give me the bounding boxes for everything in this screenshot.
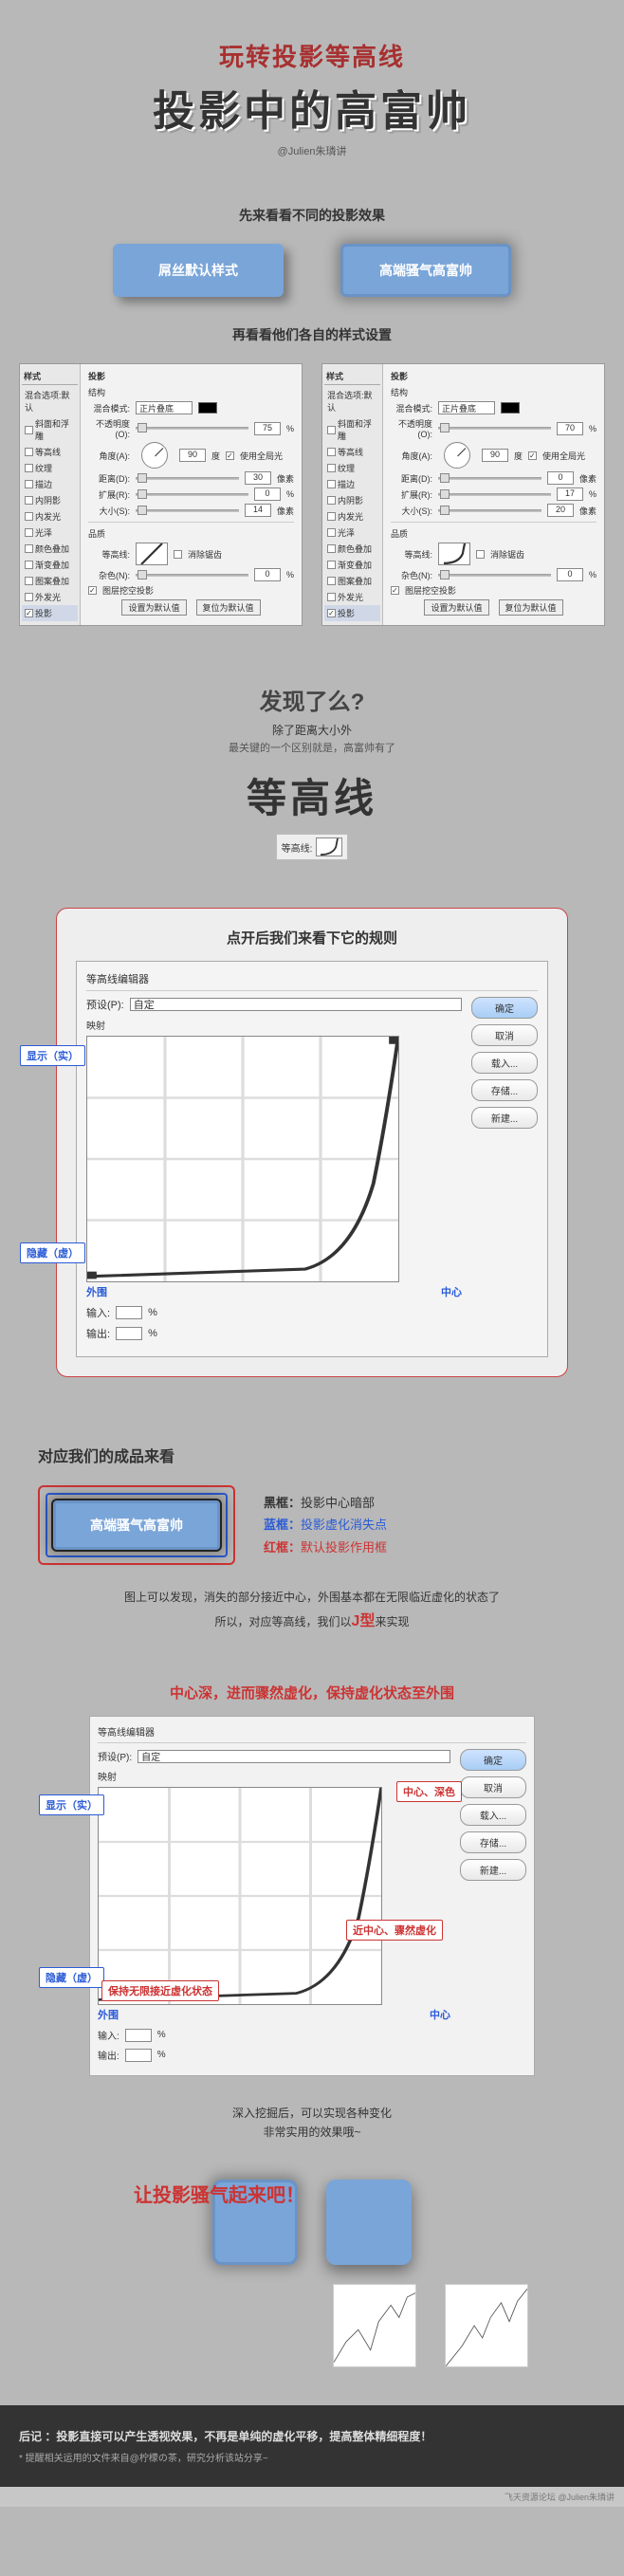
hero-pretitle: 玩转投影等高线 (0, 38, 624, 73)
new-button[interactable]: 新建... (471, 1107, 538, 1129)
footer: 后记 ：投影直接可以产生透视效果，不再是单纯的虚化平移，提高整体精细程度！ * … (0, 2405, 624, 2487)
layer-style-panels: 样式 混合选项:默认 斜面和浮雕 等高线 纹理 描边 内阴影 内发光 光泽 颜色… (0, 363, 624, 626)
demo-button-flat[interactable]: 屌丝默认样式 (113, 244, 284, 297)
contour-thumb-j[interactable] (438, 543, 470, 565)
save-button[interactable]: 存储... (471, 1079, 538, 1101)
preset-select[interactable]: 自定 (130, 998, 462, 1011)
ok-button[interactable]: 确定 (471, 997, 538, 1019)
section-2-title: 再看看他们各自的样式设置 (0, 325, 624, 344)
blend-mode-select[interactable]: 正片叠底 (136, 401, 193, 414)
load-button[interactable]: 载入... (471, 1052, 538, 1074)
contour-editor-annotated: 等高线编辑器 预设(P):自定 映射 显示（实） 隐藏（虚） 中心、深色 近中心… (89, 1716, 535, 2076)
tag-hide: 隐藏（虚） (20, 1242, 85, 1263)
tag-show: 显示（实） (20, 1045, 85, 1066)
hero-title: 投影中的高富帅 (0, 77, 624, 138)
editor-buttons: 确定 取消 载入... 存储... 新建... (471, 997, 538, 1347)
angle-dial[interactable] (141, 442, 168, 469)
contour-inline-preview: 等高线: (276, 834, 349, 860)
contour-curve-canvas-2[interactable] (98, 1787, 382, 2005)
style-list-right: 样式 混合选项:默认 斜面和浮雕 等高线 纹理 描边 内阴影 内发光 光泽 颜色… (322, 364, 383, 625)
result-swatch-row (0, 2180, 624, 2265)
layer-style-panel-right: 样式 混合选项:默认 斜面和浮雕 等高线 纹理 描边 内阴影 内发光 光泽 颜色… (321, 363, 605, 626)
section-1-title: 先来看看不同的投影效果 (0, 206, 624, 225)
red-summary: 中心深，进而骤然虚化，保持虚化状态至外围 (0, 1683, 624, 1702)
reset-default-button[interactable]: 复位为默认值 (196, 599, 261, 616)
contour-thumb-variant-a (333, 2284, 416, 2367)
dialog-title: 等高线编辑器 (86, 971, 149, 986)
demo-button-row: 屌丝默认样式 高端骚气高富帅 (0, 244, 624, 297)
contour-editor-dialog: 等高线编辑器 预设(P):自定 映射 显示（实） 隐藏（虚） 外围 (76, 961, 548, 1357)
contour-thumb-variant-b (445, 2284, 528, 2367)
panel-body-right: 投影 结构 混合模式:正片叠底 不透明度(O):70% 角度(A):90度使用全… (383, 364, 604, 625)
style-list-left: 样式 混合选项:默认 斜面和浮雕 等高线 纹理 描边 内阴影 内发光 光泽 颜色… (20, 364, 81, 625)
layer-style-panel-left: 样式 混合选项:默认 斜面和浮雕 等高线 纹理 描边 内阴影 内发光 光泽 颜色… (19, 363, 303, 626)
cancel-button[interactable]: 取消 (471, 1024, 538, 1046)
found-it-section: 发现了么? 除了距离大小外 最关键的一个区别就是，高富帅有了 等高线 等高线: (0, 626, 624, 879)
set-default-button[interactable]: 设置为默认值 (121, 599, 186, 616)
hero-author: @Julien朱璘讲 (0, 143, 624, 158)
contour-thumb-linear[interactable] (136, 543, 168, 565)
demo-button-rich[interactable]: 高端骚气高富帅 (340, 244, 511, 297)
watermark: 飞天资源论坛 @Julien朱璘讲 (0, 2487, 624, 2507)
panel-body-left: 投影 结构 混合模式:正片叠底 不透明度(O):75% 角度(A):90度使用全… (81, 364, 302, 625)
result-swatch-2 (326, 2180, 412, 2265)
contour-curve-canvas[interactable] (86, 1036, 399, 1282)
deep-note: 深入挖掘后，可以实现各种变化非常实用的效果哦~ (0, 2105, 624, 2141)
demo-button-annotated[interactable]: 高端骚气高富帅 (51, 1499, 222, 1552)
color-swatch[interactable] (198, 402, 217, 414)
product-compare-section: 对应我们的成品来看 高端骚气高富帅 黑框：投影中心暗部 蓝框：投影虚化消失点 红… (0, 1406, 624, 1654)
cta-text: 让投影骚气起来吧！ (96, 2180, 304, 2207)
opacity-slider[interactable] (136, 427, 248, 430)
hero: 玩转投影等高线 投影中的高富帅 @Julien朱璘讲 (0, 0, 624, 177)
legend: 黑框：投影中心暗部 蓝框：投影虚化消失点 红框：默认投影作用框 (264, 1492, 387, 1558)
contour-editor-wrap: 点开后我们来看下它的规则 等高线编辑器 预设(P):自定 映射 显示（实） 隐藏… (56, 908, 568, 1377)
